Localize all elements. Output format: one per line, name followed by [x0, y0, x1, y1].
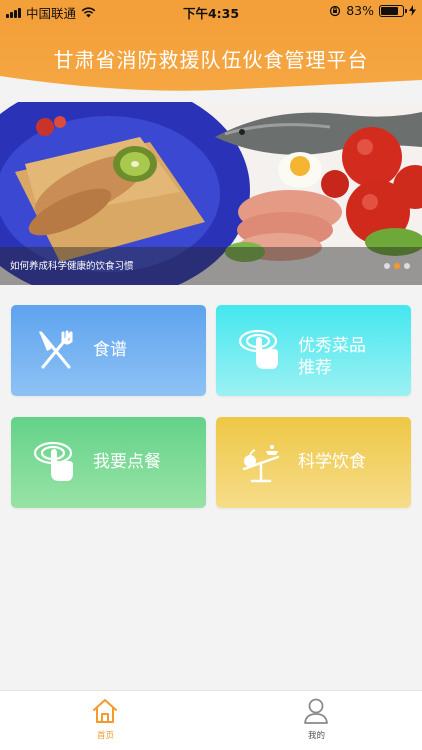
banner-caption[interactable]: 如何养成科学健康的饮食习惯	[10, 258, 134, 272]
scale-icon	[242, 445, 280, 483]
status-bar: 中国联通 下午4:35 83%	[0, 0, 422, 22]
recommended-dishes-label: 优秀菜品 推荐	[298, 335, 366, 379]
tab-mine[interactable]: 我的	[211, 691, 422, 750]
scientific-diet-tile[interactable]: 科学饮食	[216, 417, 411, 508]
tab-home-label: 首页	[96, 731, 114, 741]
banner-carousel[interactable]: 如何养成科学健康的饮食习惯	[0, 102, 422, 285]
battery-fill	[381, 6, 399, 15]
order-meal-tile[interactable]: 我要点餐	[11, 417, 206, 508]
app-header: 甘肃省消防救援队伍伙食管理平台	[0, 22, 422, 104]
user-icon	[304, 698, 328, 724]
page-title: 甘肃省消防救援队伍伙食管理平台	[53, 48, 369, 72]
carousel-dot-active[interactable]	[394, 263, 400, 269]
recommended-dishes-tile[interactable]: 优秀菜品 推荐	[216, 305, 411, 396]
recipes-tile[interactable]: 食谱	[11, 305, 206, 396]
battery-icon	[379, 4, 407, 17]
fork-knife-icon	[39, 330, 73, 369]
carousel-dot[interactable]	[384, 263, 390, 269]
tab-bar: 首页 我的	[0, 690, 422, 750]
carousel-indicator	[384, 263, 410, 269]
tab-home[interactable]: 首页	[0, 691, 211, 750]
scientific-diet-label: 科学饮食	[298, 452, 366, 472]
tap-icon	[238, 329, 278, 369]
battery-percent: 83%	[346, 3, 374, 18]
home-icon	[93, 699, 117, 723]
tab-mine-label: 我的	[307, 731, 325, 741]
charging-bolt-icon	[409, 5, 416, 16]
order-meal-label: 我要点餐	[93, 452, 161, 472]
tap-icon	[33, 441, 73, 481]
recommended-dishes-label-line1: 优秀菜品	[298, 336, 366, 356]
carousel-dot[interactable]	[404, 263, 410, 269]
rotation-lock-icon	[330, 5, 341, 16]
recipes-label: 食谱	[93, 340, 127, 360]
recommended-dishes-label-line2: 推荐	[298, 358, 332, 378]
